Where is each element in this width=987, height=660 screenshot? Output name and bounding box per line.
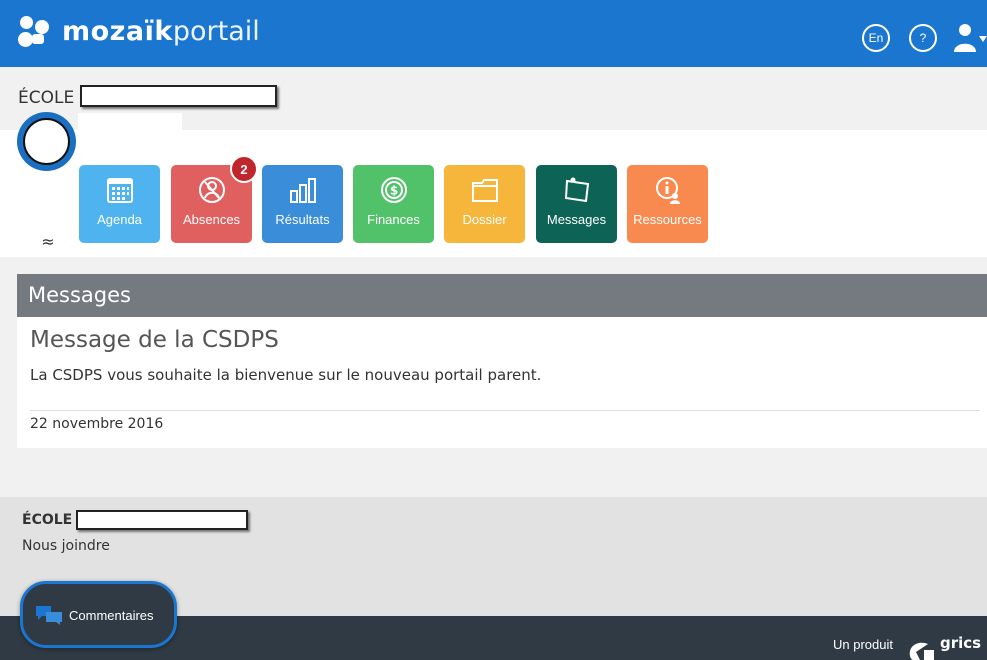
- product-of-text: Un produit: [833, 637, 893, 652]
- feedback-label: Commentaires: [69, 608, 154, 623]
- tile-dossier[interactable]: Dossier: [444, 165, 525, 243]
- grics-logo-text: grics: [940, 634, 982, 652]
- contact-link[interactable]: Nous joindre: [22, 538, 110, 554]
- footer-school-name: ÉCOLE: [22, 512, 73, 528]
- person-icon: [198, 177, 225, 203]
- message-title[interactable]: Message de la CSDPS: [30, 327, 279, 353]
- absences-count-badge: 2: [230, 155, 258, 183]
- calendar-icon: [106, 178, 133, 203]
- tile-ressources[interactable]: Ressources: [627, 165, 708, 243]
- messages-panel-header: [17, 274, 987, 317]
- mozaik-logo[interactable]: mozaïk portail: [18, 14, 260, 48]
- redacted-footer-school-name: [76, 510, 248, 530]
- brand-name-bold: mozaïk: [62, 15, 173, 47]
- help-button[interactable]: ?: [909, 24, 937, 52]
- feedback-button[interactable]: Commentaires: [20, 581, 177, 648]
- user-menu-icon[interactable]: [953, 22, 987, 54]
- messages-panel-title: Messages: [28, 283, 131, 307]
- tile-messages[interactable]: Messages: [536, 165, 617, 243]
- redacted-school-name: [80, 85, 277, 107]
- tile-absences-label: Absences: [182, 212, 241, 227]
- tile-resultats[interactable]: Résultats: [262, 165, 343, 243]
- message-date: 22 novembre 2016: [30, 416, 164, 432]
- dollar-icon: $: [380, 177, 407, 203]
- tile-dossier-label: Dossier: [462, 212, 507, 227]
- collapse-icon[interactable]: ≈: [39, 232, 57, 251]
- svg-text:$: $: [389, 184, 397, 198]
- info-person-icon: [655, 177, 680, 204]
- note-icon: [564, 177, 589, 203]
- message-body: La CSDPS vous souhaite la bienvenue sur …: [30, 366, 542, 384]
- grics-logo-icon: [909, 642, 934, 660]
- tile-finances-label: Finances: [367, 212, 420, 227]
- folder-icon: [471, 179, 498, 202]
- tile-resultats-label: Résultats: [275, 212, 330, 227]
- brand-name-light: portail: [172, 15, 260, 47]
- student-name-tab: [78, 113, 182, 133]
- chat-bubbles-icon: [36, 606, 62, 625]
- tile-agenda-label: Agenda: [97, 212, 142, 227]
- tile-agenda[interactable]: Agenda: [79, 165, 160, 243]
- school-name: ÉCOLE: [18, 88, 75, 108]
- tile-finances[interactable]: $ Finances: [353, 165, 434, 243]
- message-divider: [30, 410, 980, 411]
- tile-messages-label: Messages: [546, 212, 607, 227]
- language-button[interactable]: En: [862, 24, 890, 52]
- tile-ressources-label: Ressources: [633, 212, 702, 227]
- student-avatar[interactable]: [17, 112, 76, 171]
- mozaik-logo-icon: [18, 14, 50, 48]
- bar-chart-icon: [289, 178, 316, 203]
